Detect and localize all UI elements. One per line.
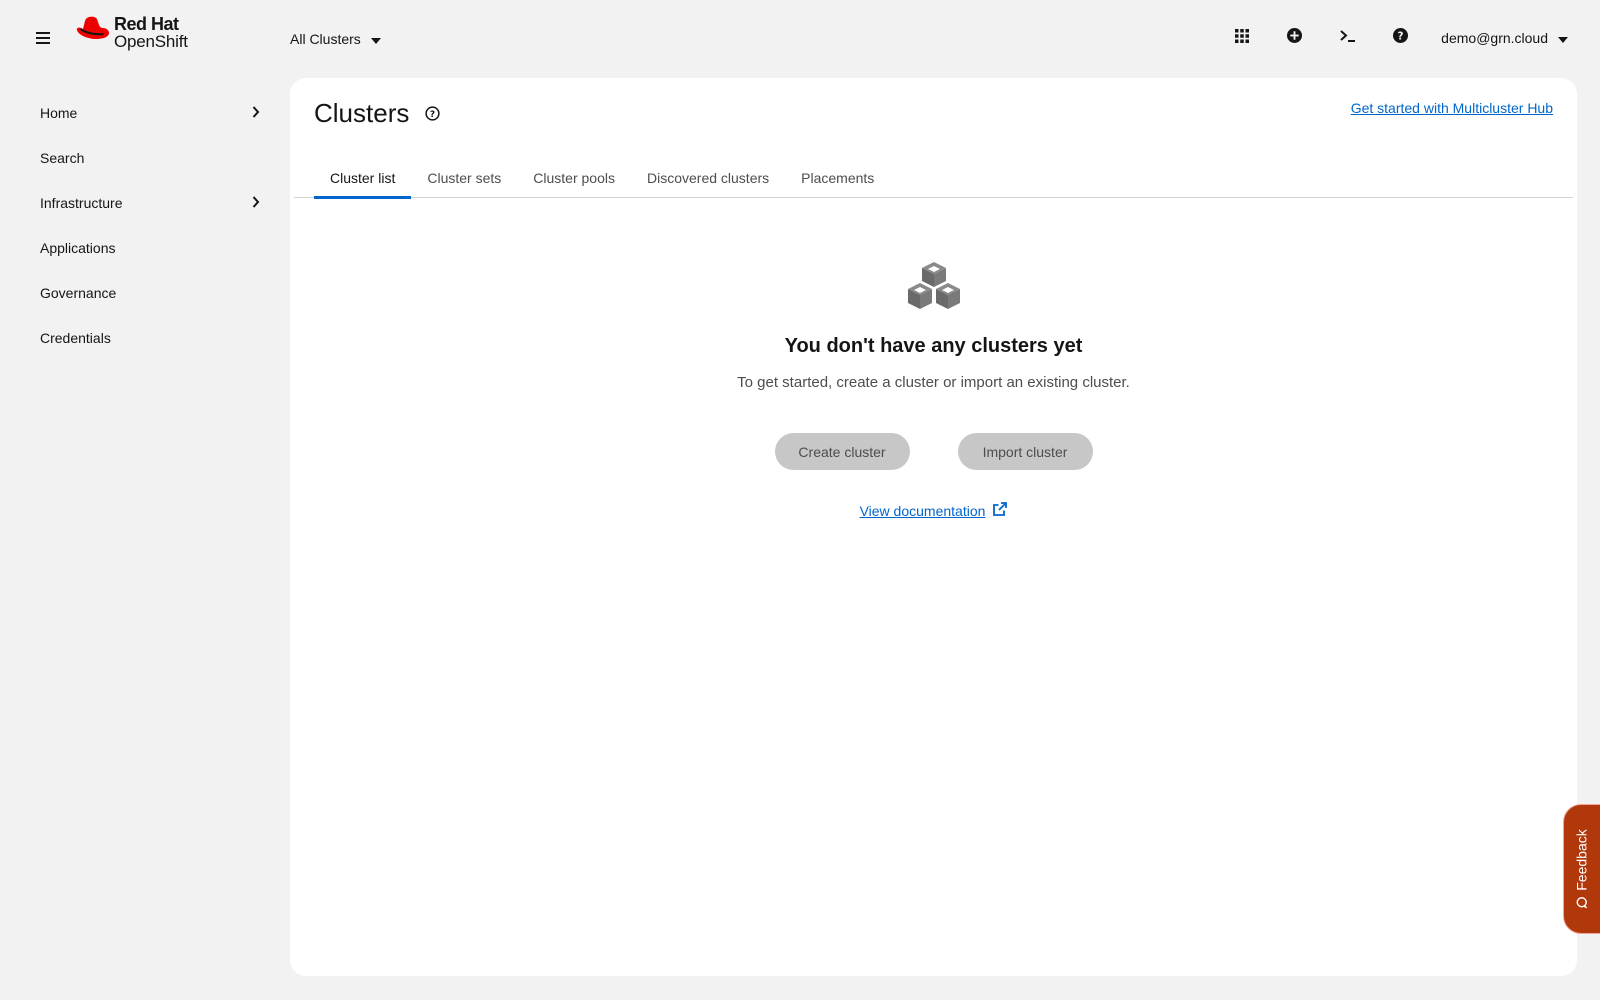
- help-icon: ?: [1393, 28, 1409, 48]
- app-launcher-button[interactable]: [1215, 22, 1268, 54]
- external-link-icon: [993, 502, 1008, 519]
- add-icon: [1287, 28, 1303, 48]
- sidebar-item-home[interactable]: Home: [0, 90, 284, 135]
- tab-cluster-list[interactable]: Cluster list: [314, 158, 412, 199]
- caret-down-icon: [1558, 30, 1568, 46]
- import-cluster-button[interactable]: Import cluster: [957, 433, 1093, 470]
- sidebar-item-search[interactable]: Search: [0, 135, 284, 180]
- user-name: demo@grn.cloud: [1441, 30, 1548, 46]
- sidebar-item-label: Infrastructure: [40, 194, 123, 211]
- terminal-icon: [1340, 29, 1356, 47]
- svg-text:?: ?: [430, 110, 435, 120]
- cluster-switcher-dropdown[interactable]: All Clusters: [290, 28, 381, 50]
- tab-cluster-pools[interactable]: Cluster pools: [517, 158, 631, 198]
- tab-cluster-sets[interactable]: Cluster sets: [411, 158, 517, 198]
- multicluster-hub-link[interactable]: Get started with Multicluster Hub: [1351, 100, 1553, 116]
- user-menu-dropdown[interactable]: demo@grn.cloud: [1427, 22, 1600, 54]
- page-title: Clusters: [314, 98, 410, 128]
- feedback-label: Feedback: [1574, 829, 1591, 891]
- sidebar-item-label: Credentials: [40, 329, 111, 346]
- empty-state-title: You don't have any clusters yet: [784, 335, 1083, 357]
- sidebar-item-label: Governance: [40, 284, 117, 301]
- command-line-button[interactable]: [1321, 22, 1374, 54]
- view-documentation-link[interactable]: View documentation: [860, 502, 1008, 519]
- app-launcher-icon: [1234, 28, 1249, 48]
- chevron-right-icon: [252, 195, 260, 211]
- sidebar-item-applications[interactable]: Applications: [0, 225, 284, 270]
- empty-state: You don't have any clusters yet To get s…: [290, 261, 1577, 521]
- cluster-switcher-label: All Clusters: [290, 31, 361, 47]
- empty-state-body: To get started, create a cluster or impo…: [737, 374, 1130, 391]
- empty-state-actions: Create cluster Import cluster: [290, 433, 1577, 470]
- feedback-button[interactable]: Feedback: [1563, 804, 1600, 934]
- chat-bubble-icon: [1576, 897, 1588, 909]
- sidebar-item-governance[interactable]: Governance: [0, 270, 284, 315]
- chevron-right-icon: [252, 105, 260, 121]
- page-header: Clusters ?: [314, 98, 440, 129]
- caret-down-icon: [370, 31, 381, 47]
- quick-create-button[interactable]: [1268, 22, 1321, 54]
- sidebar-item-credentials[interactable]: Credentials: [0, 315, 284, 360]
- logo-brand-text: Red Hat: [114, 14, 179, 34]
- svg-text:?: ?: [1398, 30, 1404, 42]
- create-cluster-button[interactable]: Create cluster: [774, 433, 910, 470]
- sidebar-item-infrastructure[interactable]: Infrastructure: [0, 180, 284, 225]
- cubes-icon: [290, 261, 1577, 313]
- sidebar-item-label: Applications: [40, 239, 116, 256]
- red-hat-openshift-logo[interactable]: Red Hat OpenShift: [76, 14, 188, 51]
- logo-product-text: OpenShift: [114, 32, 188, 51]
- sidebar-item-label: Search: [40, 149, 85, 166]
- tab-placements[interactable]: Placements: [785, 158, 890, 198]
- question-circle-icon[interactable]: ?: [425, 106, 440, 121]
- main-content-card: Clusters ? Get started with Multicluster…: [290, 78, 1577, 976]
- cluster-tabs: Cluster list Cluster sets Cluster pools …: [294, 158, 1573, 199]
- help-button[interactable]: ?: [1374, 22, 1427, 54]
- masthead: Red Hat OpenShift All Clusters ? demo@gr…: [0, 0, 1600, 76]
- doc-link-label: View documentation: [859, 502, 986, 519]
- tab-discovered-clusters[interactable]: Discovered clusters: [631, 158, 785, 198]
- sidebar-item-label: Home: [40, 104, 78, 121]
- hamburger-menu-icon[interactable]: [32, 27, 54, 49]
- red-hat-fedora-icon: [76, 16, 110, 45]
- sidebar-nav: Home Search Infrastructure Applications …: [0, 90, 284, 360]
